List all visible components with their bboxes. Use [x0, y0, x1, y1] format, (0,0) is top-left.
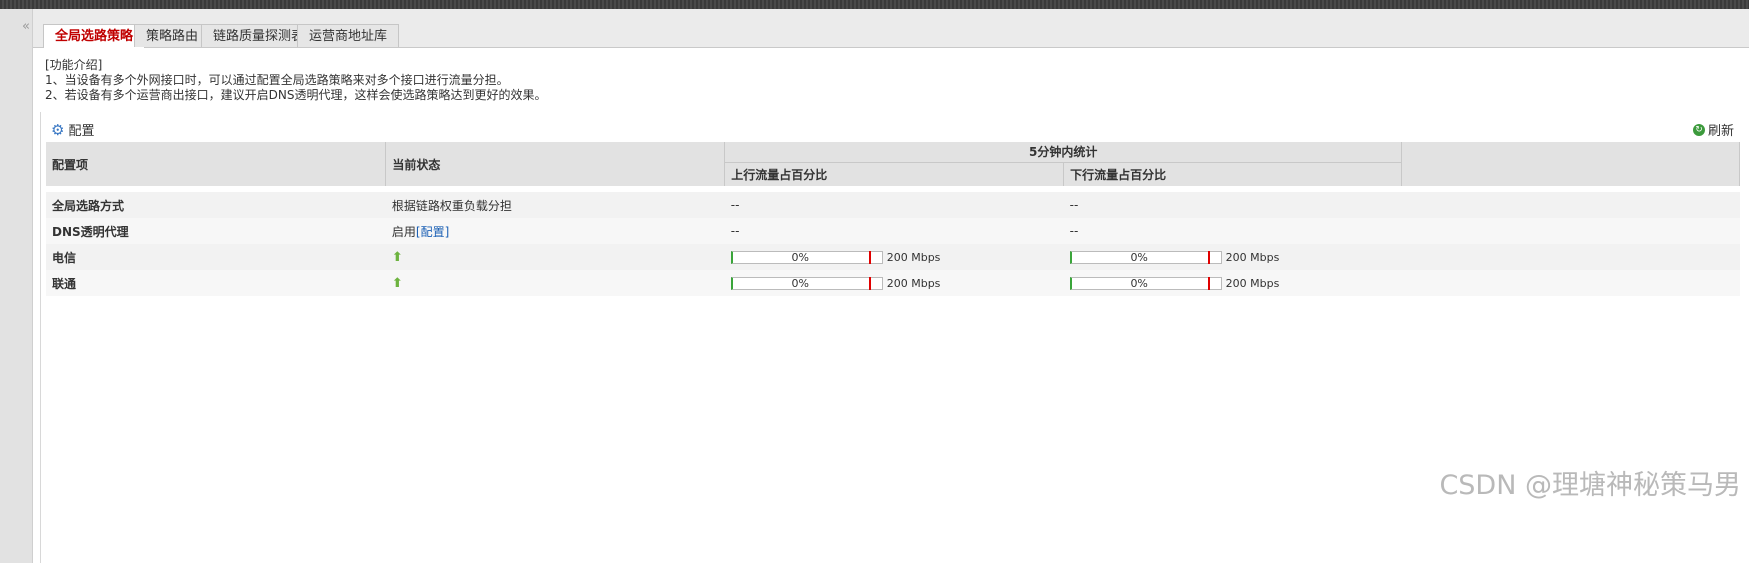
dns-config-link[interactable]: [配置] [416, 225, 449, 239]
header-downstream: 下行流量占百分比 [1063, 162, 1403, 186]
row-upstream: -- [724, 218, 1064, 244]
row-upstream: 0% 200 Mbps [724, 244, 1064, 270]
row-upstream: 0% 200 Mbps [724, 270, 1064, 296]
row-status: ⬆ [385, 270, 725, 296]
intro: [功能介绍] 1、当设备有多个外网接口时，可以通过配置全局选路策略来对多个接口进… [45, 58, 546, 103]
gear-icon: ⚙ [51, 120, 65, 139]
top-bar [0, 0, 1749, 9]
usage-percent: 0% [1130, 276, 1148, 290]
header-stats-group: 5分钟内统计 [724, 142, 1403, 163]
row-status: 启用[配置] [385, 218, 725, 244]
upstream-usage-bar: 0% [730, 276, 883, 290]
up-arrow-icon: ⬆ [391, 275, 403, 291]
header-item: 配置项 [46, 142, 387, 186]
row-status: 根据链路权重负载分担 [385, 192, 725, 218]
row-downstream: -- [1063, 218, 1402, 244]
row-downstream: 0% 200 Mbps [1063, 270, 1402, 296]
header-upstream: 上行流量占百分比 [724, 162, 1065, 186]
refresh-button[interactable]: ↻ 刷新 [1692, 120, 1734, 139]
row-name: DNS透明代理 [46, 218, 386, 244]
config-button[interactable]: ⚙ 配置 [51, 120, 95, 140]
row-upstream: -- [724, 192, 1064, 218]
row-name: 全局选路方式 [46, 192, 386, 218]
table-row: DNS透明代理 启用[配置] -- -- [46, 218, 1740, 244]
bandwidth: 200 Mbps [1225, 250, 1280, 264]
refresh-icon: ↻ [1692, 123, 1705, 136]
bandwidth: 200 Mbps [886, 276, 941, 290]
bandwidth: 200 Mbps [886, 250, 941, 264]
collapse-icon[interactable]: « [22, 19, 30, 34]
tab-bar: 全局选路策略 策略路由 链路质量探测表 运营商地址库 [33, 9, 1749, 48]
row-downstream: 0% 200 Mbps [1063, 244, 1402, 270]
tab-policy-routing[interactable]: 策略路由 [134, 24, 211, 47]
intro-line-1: 1、当设备有多个外网接口时，可以通过配置全局选路策略来对多个接口进行流量分担。 [45, 73, 509, 87]
link-unicom[interactable]: 联通 [46, 270, 386, 296]
config-label: 配置 [68, 124, 95, 139]
tab-isp-address-db[interactable]: 运营商地址库 [297, 24, 400, 47]
downstream-usage-bar: 0% [1069, 250, 1222, 264]
row-status: ⬆ [385, 244, 725, 270]
refresh-label: 刷新 [1707, 124, 1734, 139]
header-status: 当前状态 [385, 142, 726, 186]
downstream-usage-bar: 0% [1069, 276, 1222, 290]
up-arrow-icon: ⬆ [391, 249, 403, 265]
left-rail: « [0, 9, 33, 563]
usage-percent: 0% [1130, 250, 1148, 264]
watermark: CSDN @理塘神秘策马男 [1439, 470, 1741, 501]
usage-percent: 0% [791, 250, 809, 264]
tab-global-routing-policy[interactable]: 全局选路策略 [43, 24, 146, 48]
header-empty [1401, 142, 1740, 186]
table-row: 全局选路方式 根据链路权重负载分担 -- -- [46, 192, 1740, 218]
link-telecom[interactable]: 电信 [46, 244, 386, 270]
row-downstream: -- [1063, 192, 1402, 218]
intro-title: [功能介绍] [45, 58, 103, 72]
bandwidth: 200 Mbps [1225, 276, 1280, 290]
upstream-usage-bar: 0% [730, 250, 883, 264]
routing-table: 配置项 当前状态 5分钟内统计 上行流量占百分比 下行流量占百分比 全局选路方式… [46, 142, 1740, 296]
status-text: 启用 [391, 224, 416, 239]
table-row: 联通 ⬆ 0% 200 Mbps 0% 200 Mbps [46, 270, 1740, 296]
table-row: 电信 ⬆ 0% 200 Mbps 0% 200 Mbps [46, 244, 1740, 270]
intro-line-2: 2、若设备有多个运营商出接口，建议开启DNS透明代理，这样会使选路策略达到更好的… [45, 88, 547, 102]
usage-percent: 0% [791, 276, 809, 290]
